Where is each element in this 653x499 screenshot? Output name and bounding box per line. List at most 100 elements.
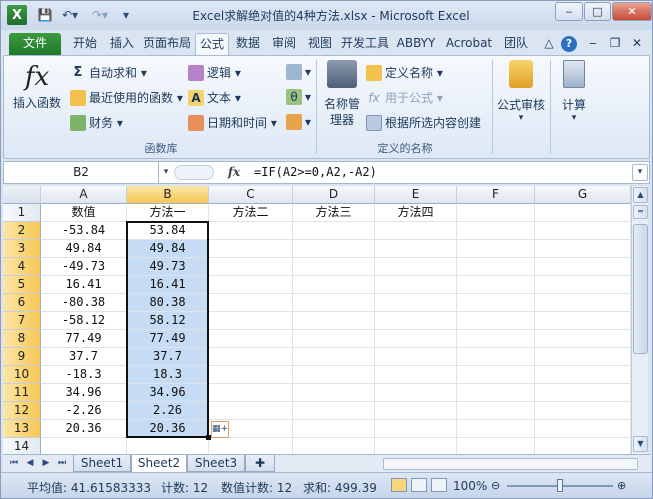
help-icon[interactable]: ? [559, 33, 579, 55]
cell[interactable]: 数值 [41, 204, 127, 222]
cell[interactable] [535, 438, 631, 454]
cell[interactable] [209, 366, 293, 384]
first-sheet-icon[interactable]: ⏮ [7, 457, 21, 470]
cell[interactable]: 34.96 [41, 384, 127, 402]
cell[interactable] [375, 330, 457, 348]
cell[interactable] [127, 438, 209, 454]
cell[interactable]: 方法一 [127, 204, 209, 222]
zoom-out-icon[interactable]: ⊖ [491, 479, 500, 492]
text-button[interactable]: A 文本 ▾ [188, 89, 241, 106]
cell[interactable]: 20.36 [127, 420, 209, 438]
cell[interactable] [535, 420, 631, 438]
cell[interactable]: 49.73 [127, 258, 209, 276]
row-header[interactable]: 12 [3, 402, 41, 420]
horizontal-scrollbar[interactable] [383, 458, 638, 470]
cell[interactable] [457, 258, 535, 276]
insert-function-icon[interactable]: fx [224, 163, 244, 182]
column-header[interactable]: F [457, 186, 535, 204]
cell[interactable] [535, 384, 631, 402]
cell[interactable]: 2.26 [127, 402, 209, 420]
row-header[interactable]: 14 [3, 438, 41, 454]
doc-restore-icon[interactable]: ❐ [605, 33, 625, 55]
cell[interactable] [209, 294, 293, 312]
cell[interactable] [457, 402, 535, 420]
tab-file[interactable]: 文件 [9, 33, 61, 55]
cell[interactable] [535, 312, 631, 330]
row-header[interactable]: 9 [3, 348, 41, 366]
cell[interactable] [293, 276, 375, 294]
autosum-button[interactable]: Σ 自动求和 ▾ [70, 64, 147, 81]
cell[interactable] [293, 222, 375, 240]
cell[interactable]: 49.84 [41, 240, 127, 258]
datetime-button[interactable]: 日期和时间 ▾ [188, 114, 277, 131]
cell[interactable]: 方法二 [209, 204, 293, 222]
cell[interactable] [535, 366, 631, 384]
cell[interactable] [457, 276, 535, 294]
doc-minimize-icon[interactable]: ‒ [583, 33, 603, 55]
cell[interactable] [375, 402, 457, 420]
cell[interactable] [457, 420, 535, 438]
cell[interactable] [457, 240, 535, 258]
formula-auditing-button[interactable]: 公式审核 ▾ [494, 60, 548, 123]
cell[interactable] [209, 276, 293, 294]
auto-fill-options-icon[interactable]: ▦+ [211, 421, 229, 438]
cell[interactable] [293, 384, 375, 402]
cell[interactable] [457, 222, 535, 240]
expand-formula-bar-icon[interactable]: ▾ [632, 164, 648, 181]
page-break-view-icon[interactable] [431, 478, 447, 492]
customize-toolbar-icon[interactable]: ▾ [119, 6, 133, 24]
cell[interactable] [293, 348, 375, 366]
cell[interactable] [535, 204, 631, 222]
cell[interactable] [209, 384, 293, 402]
cell[interactable] [535, 258, 631, 276]
name-box[interactable]: B2 [4, 162, 159, 183]
tab-acrobat[interactable]: Acrobat [441, 33, 497, 55]
use-in-formula-button[interactable]: fx 用于公式 ▾ [366, 89, 443, 106]
cell[interactable] [457, 312, 535, 330]
cell[interactable] [375, 276, 457, 294]
cell[interactable] [293, 240, 375, 258]
tab-formulas[interactable]: 公式 [195, 33, 229, 55]
zoom-slider-thumb[interactable] [557, 479, 563, 492]
cell[interactable]: 80.38 [127, 294, 209, 312]
cell[interactable] [457, 294, 535, 312]
cell[interactable] [293, 258, 375, 276]
formula-input[interactable]: =IF(A2>=0,A2,-A2) [254, 162, 377, 183]
cell[interactable] [375, 312, 457, 330]
tab-view[interactable]: 视图 [303, 33, 337, 55]
cell[interactable] [375, 384, 457, 402]
cell[interactable]: -80.38 [41, 294, 127, 312]
cell[interactable]: 58.12 [127, 312, 209, 330]
cell[interactable]: 20.36 [41, 420, 127, 438]
tab-developer[interactable]: 开发工具 [339, 33, 391, 55]
column-header[interactable]: B [127, 186, 209, 204]
row-header[interactable]: 6 [3, 294, 41, 312]
recent-functions-button[interactable]: 最近使用的函数 ▾ [70, 89, 183, 106]
cell[interactable] [375, 222, 457, 240]
cell[interactable]: 37.7 [41, 348, 127, 366]
cell[interactable]: 16.41 [41, 276, 127, 294]
cell[interactable] [457, 438, 535, 454]
cell[interactable] [375, 258, 457, 276]
cell[interactable] [375, 294, 457, 312]
row-header[interactable]: 10 [3, 366, 41, 384]
insert-sheet-icon[interactable]: ✚ [245, 455, 275, 472]
tab-page-layout[interactable]: 页面布局 [141, 33, 193, 55]
row-header[interactable]: 1 [3, 204, 41, 222]
cell[interactable]: 53.84 [127, 222, 209, 240]
cell[interactable] [375, 438, 457, 454]
column-header[interactable]: A [41, 186, 127, 204]
cell[interactable] [293, 366, 375, 384]
cell[interactable]: 77.49 [41, 330, 127, 348]
more-functions-button[interactable]: ▾ [286, 114, 311, 130]
cell[interactable] [375, 420, 457, 438]
tab-team[interactable]: 团队 [499, 33, 533, 55]
cell[interactable] [457, 366, 535, 384]
last-sheet-icon[interactable]: ⏭ [55, 457, 69, 470]
cell[interactable]: 方法三 [293, 204, 375, 222]
cell[interactable] [209, 258, 293, 276]
tab-insert[interactable]: 插入 [105, 33, 139, 55]
cell[interactable] [293, 420, 375, 438]
logical-button[interactable]: 逻辑 ▾ [188, 64, 241, 81]
cell[interactable] [535, 240, 631, 258]
